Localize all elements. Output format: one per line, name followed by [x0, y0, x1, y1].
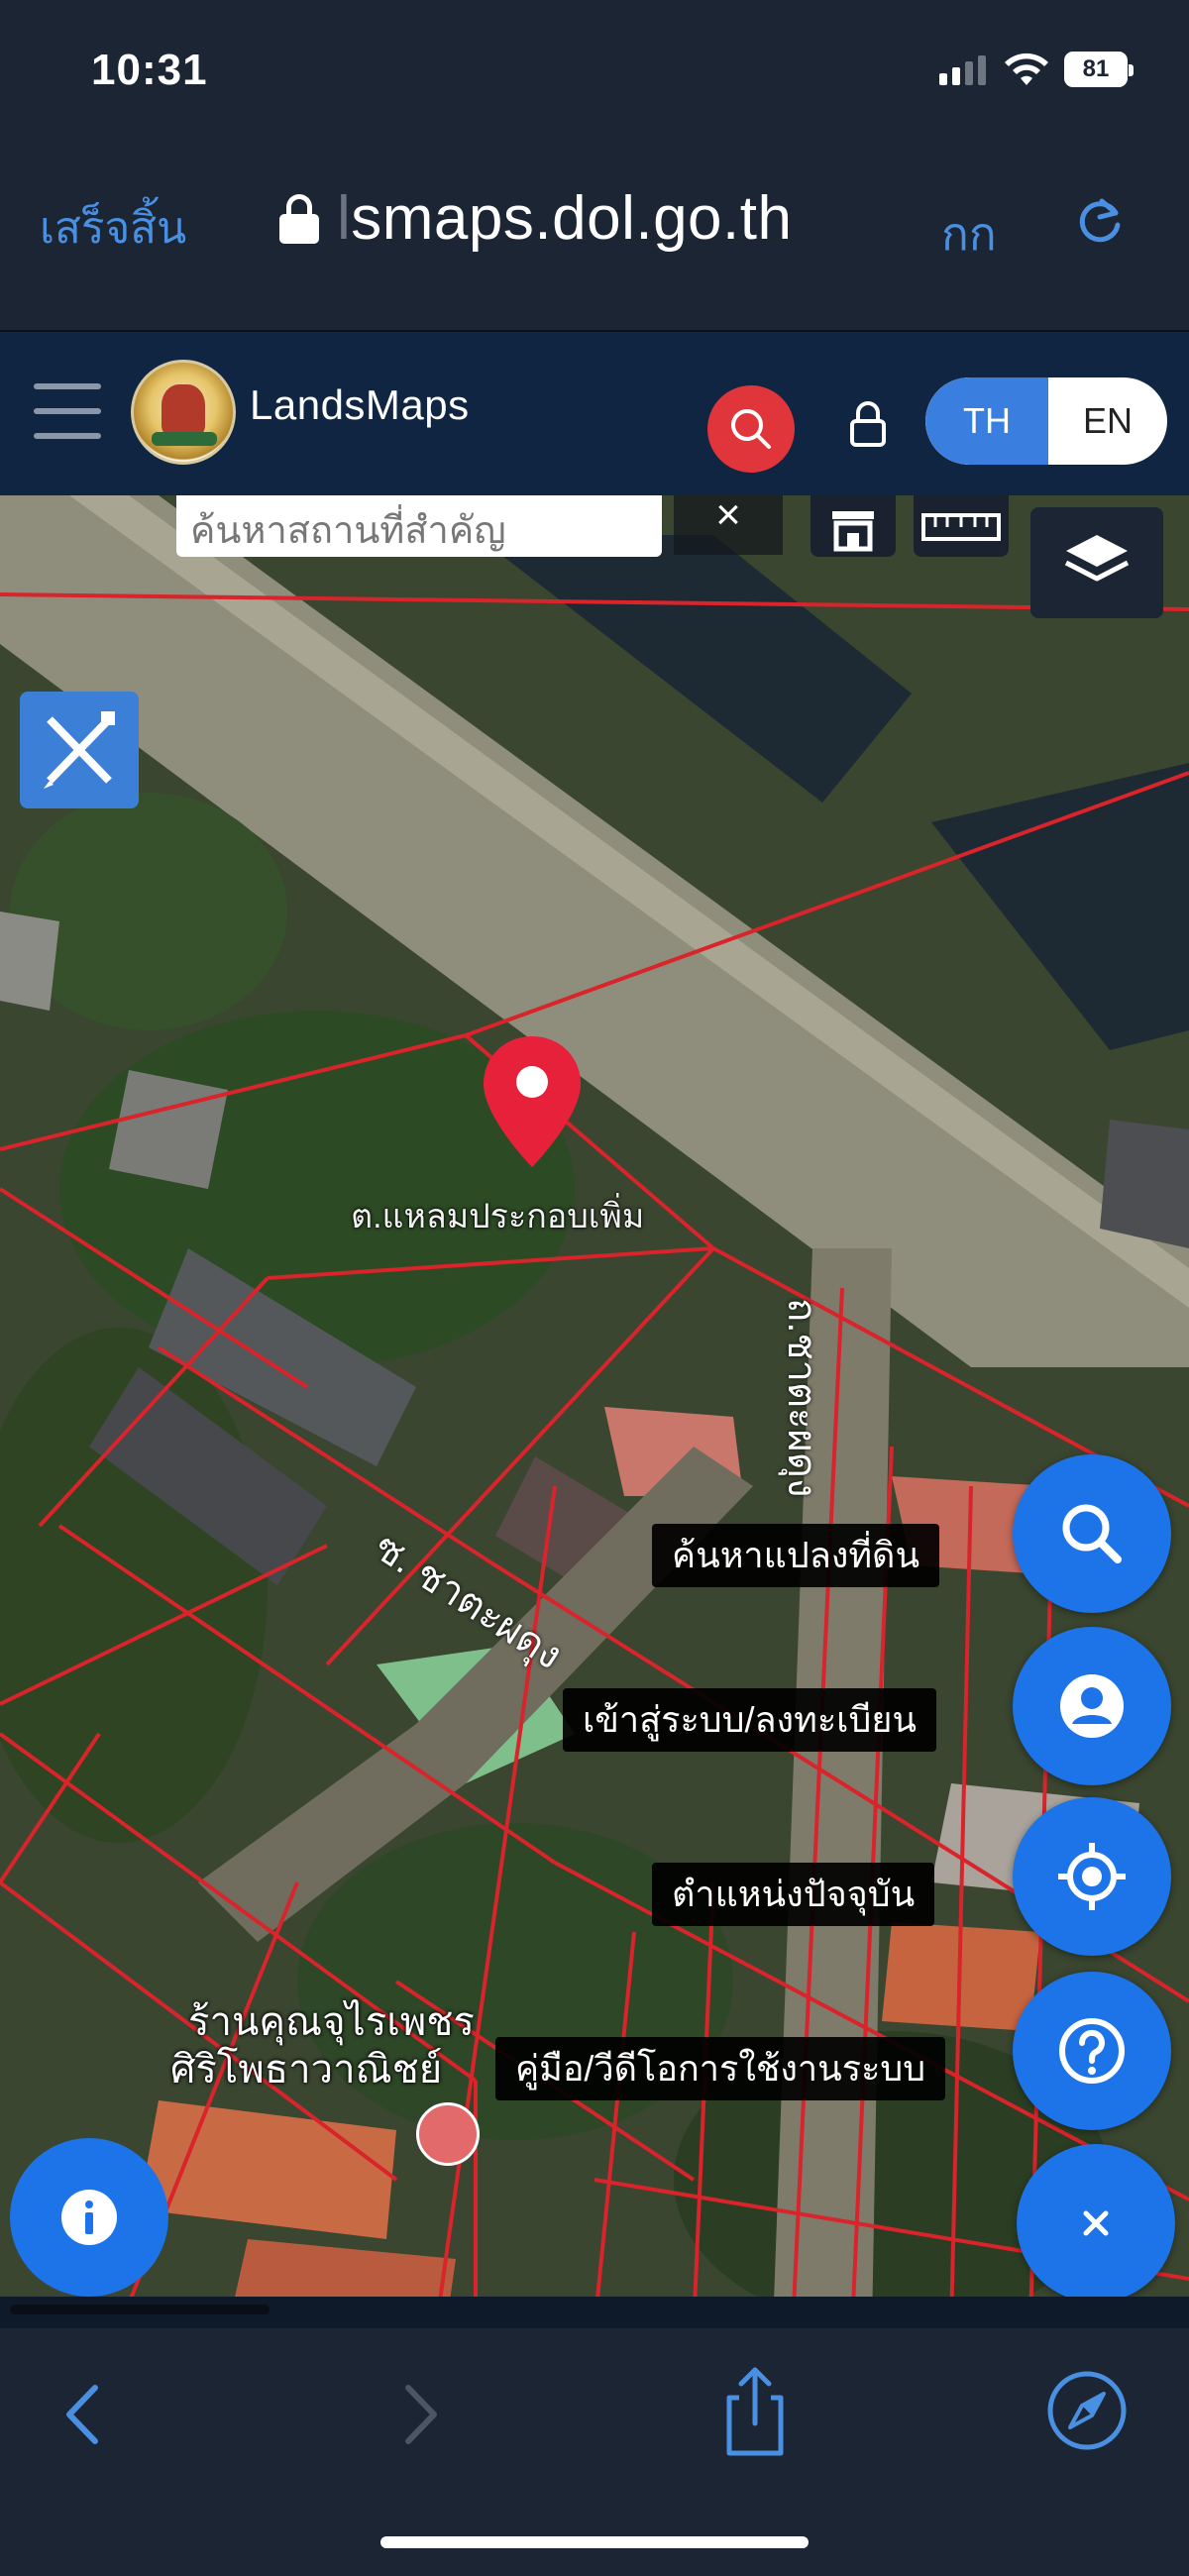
forward-icon[interactable]	[396, 2380, 446, 2449]
battery-indicator: 81	[1064, 52, 1134, 87]
locate-icon	[1058, 1843, 1126, 1910]
reload-icon[interactable]	[1072, 193, 1128, 249]
browser-address-bar: เสร็จสิ้น lsmaps.dol.go.th กก	[0, 149, 1189, 332]
close-menu-button[interactable]	[1017, 2144, 1175, 2303]
fab-label-help[interactable]: คู่มือ/วีดีโอการใช้งานระบบ	[495, 2037, 946, 2100]
layers-button[interactable]	[1030, 507, 1163, 618]
search-parcel-button[interactable]	[1013, 1454, 1171, 1613]
fab-label-search-parcel[interactable]: ค้นหาแปลงที่ดิน	[652, 1524, 940, 1587]
fab-label-current-location[interactable]: ตำแหน่งปัจจุบัน	[652, 1863, 935, 1926]
poi-marker-icon[interactable]	[416, 2102, 480, 2166]
measure-button[interactable]	[914, 495, 1009, 557]
user-icon	[1060, 1674, 1124, 1738]
login-button[interactable]	[1013, 1627, 1171, 1785]
draw-tool-button[interactable]	[20, 692, 139, 808]
app-title: LandsMaps	[250, 381, 470, 428]
language-toggle[interactable]: TH EN	[925, 377, 1167, 465]
padlock-icon[interactable]	[848, 399, 888, 449]
close-icon	[1083, 2210, 1109, 2236]
search-clear-button[interactable]: ×	[674, 495, 783, 555]
url-prefix: l	[337, 184, 352, 253]
street-label: ถ.ชาตะผดุง	[780, 1298, 823, 1498]
menu-icon[interactable]	[34, 383, 101, 439]
help-button[interactable]	[1013, 1972, 1171, 2130]
share-icon[interactable]	[715, 2364, 795, 2459]
status-time: 10:31	[91, 46, 208, 94]
text-size-button[interactable]: กก	[941, 198, 997, 270]
app-header: LandsMaps TH EN	[0, 332, 1189, 495]
search-icon	[731, 409, 771, 449]
back-icon[interactable]	[57, 2380, 107, 2449]
status-bar: 10:31 81	[0, 0, 1189, 149]
done-button[interactable]: เสร็จสิ้น	[40, 193, 186, 263]
current-location-button[interactable]	[1013, 1797, 1171, 1956]
info-icon	[61, 2190, 117, 2245]
map-view[interactable]: ค้นหาสถานที่สำคัญ × ต.แหลมประกอบเพิ่ม ซ.…	[0, 495, 1189, 2328]
draw-tools-icon	[44, 711, 115, 789]
home-indicator	[380, 2536, 809, 2548]
search-icon	[1062, 1504, 1122, 1563]
layers-icon	[1064, 535, 1130, 582]
home-icon	[832, 511, 874, 552]
cellular-signal-icon	[939, 55, 986, 85]
info-button[interactable]	[10, 2138, 168, 2297]
poi-label: ศิริโพธาวาณิชย์	[170, 2048, 443, 2092]
compass-icon[interactable]	[1044, 2368, 1130, 2453]
help-icon	[1059, 2018, 1125, 2084]
landmark-search-input[interactable]: ค้นหาสถานที่สำคัญ	[176, 495, 662, 557]
url-field[interactable]: lsmaps.dol.go.th	[279, 183, 792, 254]
url-domain: smaps.dol.go.th	[351, 184, 793, 253]
url-text: lsmaps.dol.go.th	[337, 183, 792, 254]
lock-icon	[279, 193, 319, 244]
lang-en-option[interactable]: EN	[1048, 377, 1167, 465]
location-pin-icon[interactable]	[480, 1032, 585, 1171]
wifi-icon	[1005, 53, 1048, 85]
map-scale-bar	[10, 2305, 270, 2314]
home-map-button[interactable]	[811, 495, 896, 557]
parcel-label: ต.แหลมประกอบเพิ่ม	[351, 1198, 645, 1235]
fab-label-login[interactable]: เข้าสู่ระบบ/ลงทะเบียน	[563, 1688, 937, 1752]
header-search-button[interactable]	[707, 385, 795, 473]
lang-th-option[interactable]: TH	[925, 377, 1048, 465]
ruler-icon	[921, 513, 1001, 541]
dol-logo	[131, 360, 236, 465]
